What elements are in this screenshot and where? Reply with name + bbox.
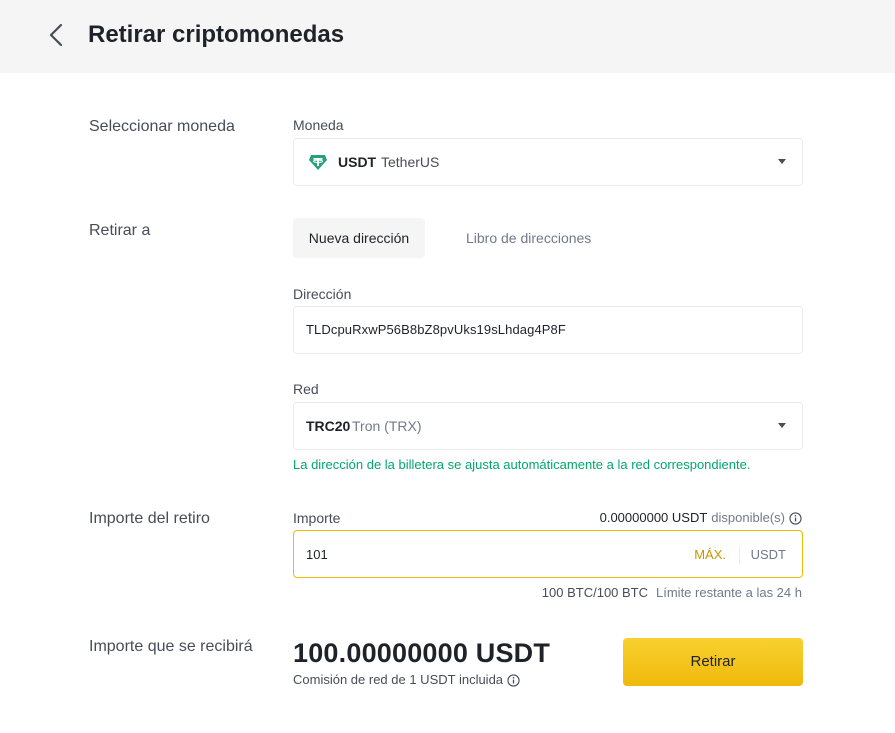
withdraw-to-label: Retirar a — [89, 222, 151, 239]
network-select[interactable]: TRC20 Tron (TRX) — [293, 402, 803, 450]
network-name: Tron (TRX) — [352, 418, 422, 434]
divider — [739, 546, 740, 564]
network-field-label: Red — [293, 381, 319, 397]
currency-symbol: USDT — [338, 154, 377, 170]
max-button[interactable]: MÁX. — [694, 546, 726, 564]
currency-field-label: Moneda — [293, 117, 344, 133]
available-balance: 0.00000000 USDT disponible(s) — [600, 509, 802, 527]
tab-address-book[interactable]: Libro de direcciones — [450, 218, 607, 258]
info-icon[interactable] — [789, 511, 802, 525]
network-fee: Comisión de red de 1 USDT incluida — [293, 671, 520, 689]
available-amount: 0.00000000 USDT — [599, 510, 708, 525]
chevron-left-icon — [49, 23, 63, 47]
withdraw-limit: 100 BTC/100 BTC Límite restante a las 24… — [542, 584, 802, 602]
receive-amount-value: 100.00000000 USDT — [293, 638, 551, 668]
select-currency-label: Seleccionar moneda — [89, 118, 235, 135]
address-field-label: Dirección — [293, 286, 352, 302]
tab-new-address[interactable]: Nueva dirección — [293, 218, 425, 258]
fee-text: Comisión de red de 1 USDT incluida — [293, 672, 504, 687]
limit-text: Límite restante a las 24 h — [656, 585, 802, 600]
currency-select[interactable]: USDT TetherUS — [293, 138, 803, 186]
network-symbol: TRC20 — [306, 418, 351, 434]
withdraw-amount-label: Importe del retiro — [89, 510, 210, 527]
page-header: Retirar criptomonedas — [0, 0, 895, 73]
address-value: TLDcpuRxwP56B8bZ8pvUks19sLhdag4P8F — [306, 322, 566, 337]
amount-input[interactable]: 101 MÁX. USDT — [293, 530, 803, 578]
address-input[interactable]: TLDcpuRxwP56B8bZ8pvUks19sLhdag4P8F — [293, 306, 803, 354]
info-icon[interactable] — [507, 673, 520, 687]
caret-down-icon — [778, 159, 786, 164]
caret-down-icon — [778, 423, 786, 428]
back-button[interactable] — [44, 21, 68, 49]
amount-field-label: Importe — [293, 510, 341, 526]
tether-icon — [309, 155, 327, 170]
network-hint: La dirección de la billetera se ajusta a… — [293, 457, 751, 472]
amount-unit: USDT — [750, 547, 786, 562]
withdraw-button[interactable]: Retirar — [623, 638, 803, 686]
available-text: disponible(s) — [711, 510, 785, 525]
receive-amount-label: Importe que se recibirá — [89, 638, 253, 655]
amount-value: 101 — [306, 547, 328, 562]
page-title: Retirar criptomonedas — [88, 21, 345, 48]
limit-value: 100 BTC/100 BTC — [541, 585, 649, 600]
currency-name: TetherUS — [381, 154, 440, 170]
